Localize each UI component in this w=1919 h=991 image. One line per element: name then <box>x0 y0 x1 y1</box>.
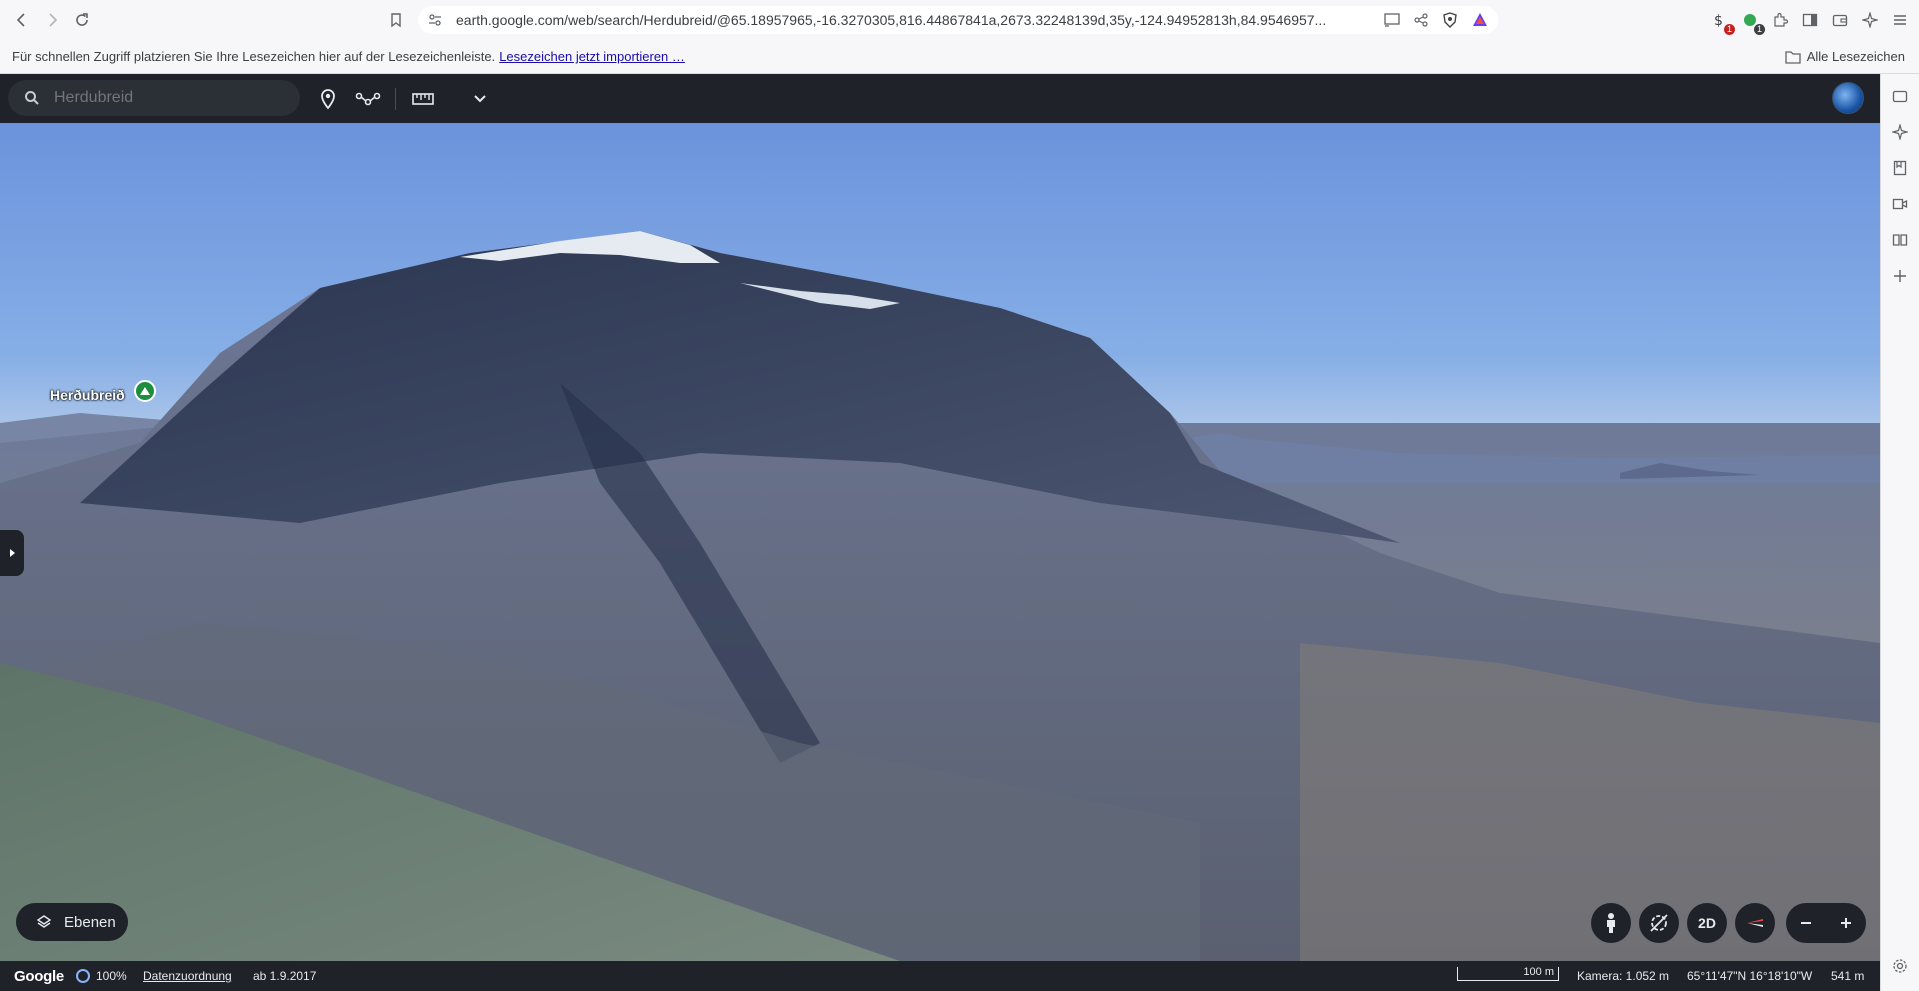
video-icon[interactable] <box>1892 196 1908 212</box>
toggle-2d-button[interactable]: 2D <box>1687 903 1727 943</box>
forward-icon <box>49 13 58 27</box>
cast-icon[interactable] <box>1384 13 1400 27</box>
browser-side-panel <box>1880 74 1919 991</box>
search-icon <box>25 91 39 105</box>
puzzle-icon[interactable] <box>1771 11 1789 29</box>
placemark-icon <box>321 89 335 109</box>
path-icon <box>355 92 381 106</box>
all-bookmarks-button[interactable]: Alle Lesezeichen <box>1785 49 1905 64</box>
bookmark-icon <box>391 13 401 28</box>
pegman-icon <box>1607 913 1615 933</box>
browser-toolbar: earth.google.com/web/search/Herdubreid/@… <box>0 0 1919 40</box>
view-mode-label: 2D <box>1698 915 1716 931</box>
ruler-icon <box>412 93 434 105</box>
search-input[interactable] <box>54 89 284 107</box>
shield-icon[interactable] <box>1442 12 1458 28</box>
zoom-control <box>1786 903 1866 943</box>
all-bookmarks-label: Alle Lesezeichen <box>1806 49 1905 64</box>
google-logo: Google <box>14 968 64 985</box>
forward-button[interactable] <box>38 6 66 34</box>
folder-icon <box>1785 50 1801 64</box>
camera-altitude: Kamera: 1.052 m <box>1577 969 1670 983</box>
search-box[interactable] <box>8 80 300 116</box>
open-panel-button[interactable] <box>0 530 24 576</box>
minus-icon <box>1801 922 1811 924</box>
chevron-down-icon <box>474 95 486 103</box>
site-info-icon[interactable] <box>428 13 442 27</box>
layers-icon <box>36 915 52 928</box>
status-bar: Google 100% Datenzuordnung ab 1.9.2017 1… <box>0 961 1880 991</box>
add-placemark-button[interactable] <box>315 86 341 112</box>
bookmark-button[interactable] <box>382 6 410 34</box>
bookmarks-icon[interactable] <box>1892 160 1908 176</box>
imagery-date: ab 1.9.2017 <box>253 969 317 983</box>
reload-button[interactable] <box>68 6 96 34</box>
mountain-pin-icon[interactable] <box>134 380 156 402</box>
place-label[interactable]: Herðubreið <box>50 387 125 403</box>
layers-button[interactable]: Ebenen <box>16 903 128 941</box>
reading-list-icon[interactable] <box>1892 232 1908 248</box>
wallet-icon[interactable] <box>1892 88 1908 104</box>
plus-icon <box>1841 918 1851 928</box>
add-panel-icon[interactable] <box>1892 268 1908 284</box>
progress-text: 100% <box>96 969 127 983</box>
elevation: 541 m <box>1831 969 1865 983</box>
extension-badge: 1 <box>1723 24 1735 35</box>
coordinates: 65°11'47"N 16°18'10"W <box>1687 969 1813 983</box>
zoom-out-button[interactable] <box>1786 903 1826 943</box>
data-attribution-link[interactable]: Datenzuordnung <box>143 969 232 983</box>
back-icon <box>16 13 25 27</box>
triangle-icon[interactable] <box>1472 12 1488 28</box>
earth-toolbar <box>0 74 1880 123</box>
back-button[interactable] <box>8 6 36 34</box>
tilt-off-icon <box>1650 914 1668 932</box>
svg-text:$: $ <box>1714 13 1723 28</box>
extension-badge: 1 <box>1753 24 1765 35</box>
compass-icon <box>1747 919 1763 927</box>
account-avatar[interactable] <box>1832 82 1864 114</box>
reset-tilt-button[interactable] <box>1639 903 1679 943</box>
loading-progress: 100% <box>76 969 127 983</box>
reload-icon <box>76 13 88 26</box>
map-3d-view[interactable] <box>0 123 1880 961</box>
bookmarks-hint: Für schnellen Zugriff platzieren Sie Ihr… <box>12 49 496 64</box>
import-bookmarks-link[interactable]: Lesezeichen jetzt importieren … <box>499 49 685 64</box>
settings-gear-icon[interactable] <box>1892 958 1908 974</box>
leo-ai-icon[interactable] <box>1861 11 1879 29</box>
compass-button[interactable] <box>1735 903 1775 943</box>
zoom-in-button[interactable] <box>1826 903 1866 943</box>
scale-bar[interactable]: 100 m <box>1457 967 1559 981</box>
extension-icon[interactable]: $ 1 <box>1711 11 1735 35</box>
sidebar-toggle-icon[interactable] <box>1801 11 1819 29</box>
address-bar-actions <box>1384 6 1488 34</box>
more-tools-button[interactable] <box>467 86 493 112</box>
wallet-icon[interactable] <box>1831 11 1849 29</box>
extensions-area: $ 1 1 <box>1711 6 1909 35</box>
leo-ai-icon[interactable] <box>1892 124 1908 140</box>
earth-app: Herðubreið Ebenen 2D Google 100% Datenzu… <box>0 74 1880 991</box>
share-icon[interactable] <box>1414 13 1428 27</box>
chevron-right-icon <box>10 549 15 557</box>
layers-label: Ebenen <box>64 913 116 931</box>
extension-icon[interactable]: 1 <box>1741 11 1765 35</box>
bookmarks-bar: Für schnellen Zugriff platzieren Sie Ihr… <box>0 40 1919 74</box>
progress-ring-icon <box>76 969 90 983</box>
toolbar-divider <box>395 88 396 110</box>
street-view-button[interactable] <box>1591 903 1631 943</box>
url-text: earth.google.com/web/search/Herdubreid/@… <box>456 12 1327 28</box>
menu-icon[interactable] <box>1891 11 1909 29</box>
address-bar[interactable]: earth.google.com/web/search/Herdubreid/@… <box>418 6 1498 34</box>
measure-button[interactable] <box>410 86 436 112</box>
draw-path-button[interactable] <box>355 86 381 112</box>
